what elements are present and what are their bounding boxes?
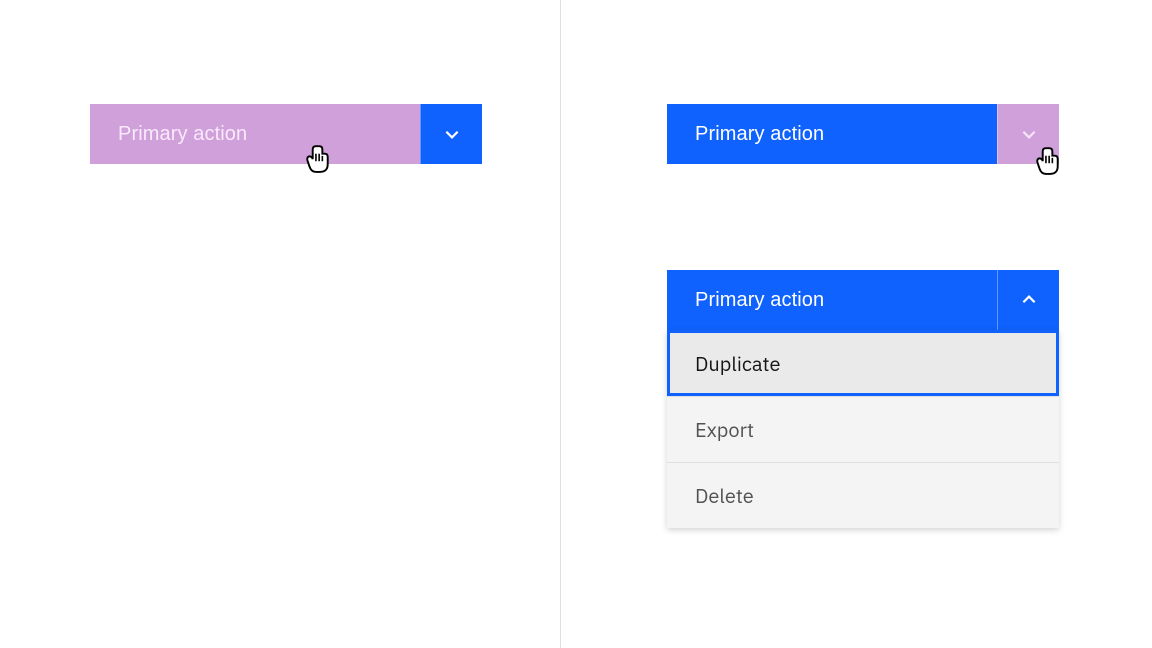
split-button-caret-highlighted: Primary action xyxy=(667,104,1059,164)
dropdown-menu: Duplicate Export Delete xyxy=(667,330,1059,528)
split-button-open: Primary action xyxy=(667,270,1059,330)
chevron-down-icon xyxy=(443,125,461,143)
split-dropdown-trigger[interactable] xyxy=(420,104,482,164)
primary-action-button[interactable]: Primary action xyxy=(667,270,997,330)
menu-item-export[interactable]: Export xyxy=(667,396,1059,462)
left-panel: Primary action xyxy=(0,0,560,648)
primary-action-button[interactable]: Primary action xyxy=(90,104,420,164)
right-panel: Primary action Primary action Duplicate … xyxy=(561,0,1121,648)
menu-item-duplicate[interactable]: Duplicate xyxy=(667,330,1059,396)
menu-item-delete[interactable]: Delete xyxy=(667,462,1059,528)
primary-action-button[interactable]: Primary action xyxy=(667,104,997,164)
chevron-down-icon xyxy=(1020,125,1038,143)
split-dropdown-trigger-open[interactable] xyxy=(997,270,1059,330)
chevron-up-icon xyxy=(1020,291,1038,309)
split-dropdown-trigger[interactable] xyxy=(997,104,1059,164)
split-button-main-highlighted: Primary action xyxy=(90,104,482,164)
